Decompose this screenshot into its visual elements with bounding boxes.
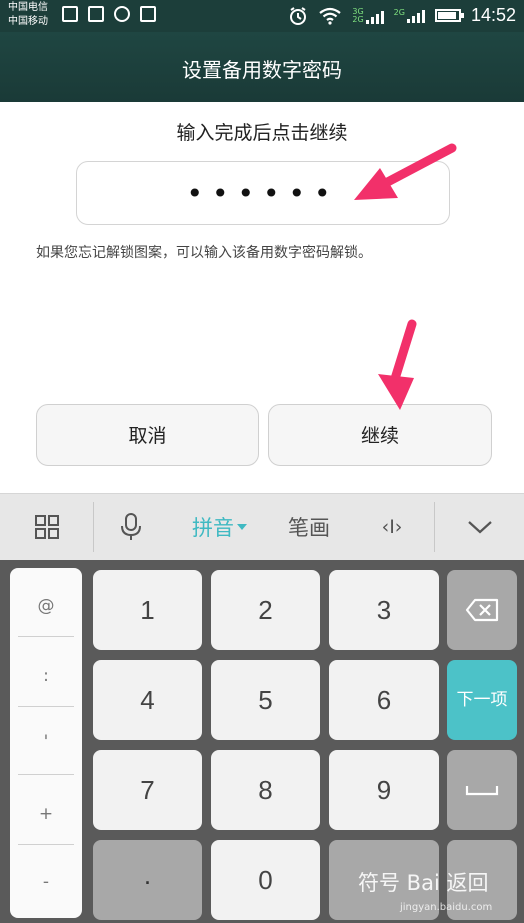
toolbar-divider (93, 502, 94, 552)
carrier-2: 中国移动 (8, 16, 48, 27)
key-7[interactable]: 7 (93, 750, 202, 830)
chevron-down-icon (468, 521, 492, 534)
watermark: 符号 Bai 返回 (358, 871, 489, 895)
symbol-divider (18, 844, 74, 845)
key-3[interactable]: 3 (329, 570, 439, 650)
key-dot[interactable]: . (93, 840, 202, 920)
symbol-key-at[interactable]: @ (10, 596, 82, 616)
clock: 14:52 (470, 5, 516, 25)
notification-icons (62, 6, 156, 22)
network-type-2g-b: 2G (393, 7, 405, 17)
battery-icon (434, 9, 464, 22)
key-5[interactable]: 5 (211, 660, 320, 740)
network-type-2g: 2G (352, 14, 364, 24)
carrier-1: 中国电信 (8, 2, 48, 13)
annotation-arrow-icon-2 (378, 319, 417, 410)
sync-notification-icon (114, 6, 130, 22)
stroke-tab[interactable]: 笔画 (276, 494, 342, 560)
symbol-divider (18, 636, 74, 637)
hint-text: 如果您忘记解锁图案，可以输入该备用数字密码解锁。 (36, 245, 372, 261)
keyboard-notification-icon (88, 6, 104, 22)
hide-keyboard-button[interactable] (452, 494, 508, 560)
symbol-key-minus[interactable]: - (10, 872, 82, 892)
key-6[interactable]: 6 (329, 660, 439, 740)
status-bar: 中国电信 中国移动 3G 2G 2G 14:52 (0, 0, 524, 32)
keyboard-menu-button[interactable] (18, 494, 76, 560)
voice-input-button[interactable] (108, 494, 154, 560)
symbol-divider (18, 774, 74, 775)
image-notification-icon (62, 6, 78, 22)
wifi-icon (319, 7, 342, 25)
signal-strength-icon-2 (406, 9, 425, 23)
key-0[interactable]: 0 (211, 840, 320, 920)
toolbar-divider-2 (434, 502, 435, 552)
symbol-key-plus[interactable]: + (10, 804, 82, 824)
space-icon (465, 786, 499, 796)
carrier-labels: 中国电信 中国移动 (8, 1, 48, 29)
mobile-signal-2: 2G (393, 7, 425, 23)
stroke-label: 笔画 (288, 516, 330, 540)
signal-strength-icon (365, 10, 384, 24)
mobile-signal-1: 3G 2G (352, 7, 384, 24)
key-8[interactable]: 8 (211, 750, 320, 830)
symbol-key-colon[interactable]: : (10, 666, 82, 686)
pinyin-tab[interactable]: 拼音 (178, 494, 262, 560)
page-title: 设置备用数字密码 (182, 58, 342, 82)
keyboard-toolbar: 拼音 笔画 ‹I› (0, 493, 524, 560)
cursor-icon: ‹I› (381, 516, 403, 538)
backspace-key[interactable] (447, 570, 517, 650)
space-key[interactable] (447, 750, 517, 830)
grid-icon (35, 515, 59, 539)
symbol-column: @ : ' + - (10, 568, 82, 918)
continue-button[interactable]: 继续 (268, 404, 492, 466)
alarm-icon (290, 6, 307, 25)
cancel-button[interactable]: 取消 (36, 404, 259, 466)
backspace-icon (465, 598, 499, 622)
annotation-arrow-icon (354, 143, 457, 200)
watermark-url: jingyan.baidu.com (400, 902, 493, 913)
cursor-button[interactable]: ‹I› (362, 494, 422, 560)
key-2[interactable]: 2 (211, 570, 320, 650)
app-notification-icon (140, 6, 156, 22)
symbol-divider (18, 706, 74, 707)
pinyin-label: 拼音 (192, 516, 234, 540)
key-9[interactable]: 9 (329, 750, 439, 830)
microphone-icon (121, 513, 141, 540)
symbol-key-apostrophe[interactable]: ' (10, 732, 82, 752)
header: 设置备用数字密码 (0, 32, 524, 102)
caret-down-icon (237, 524, 247, 530)
next-field-key[interactable]: 下一项 (447, 660, 517, 740)
status-right: 3G 2G 2G 14:52 (288, 5, 516, 26)
key-1[interactable]: 1 (93, 570, 202, 650)
key-4[interactable]: 4 (93, 660, 202, 740)
